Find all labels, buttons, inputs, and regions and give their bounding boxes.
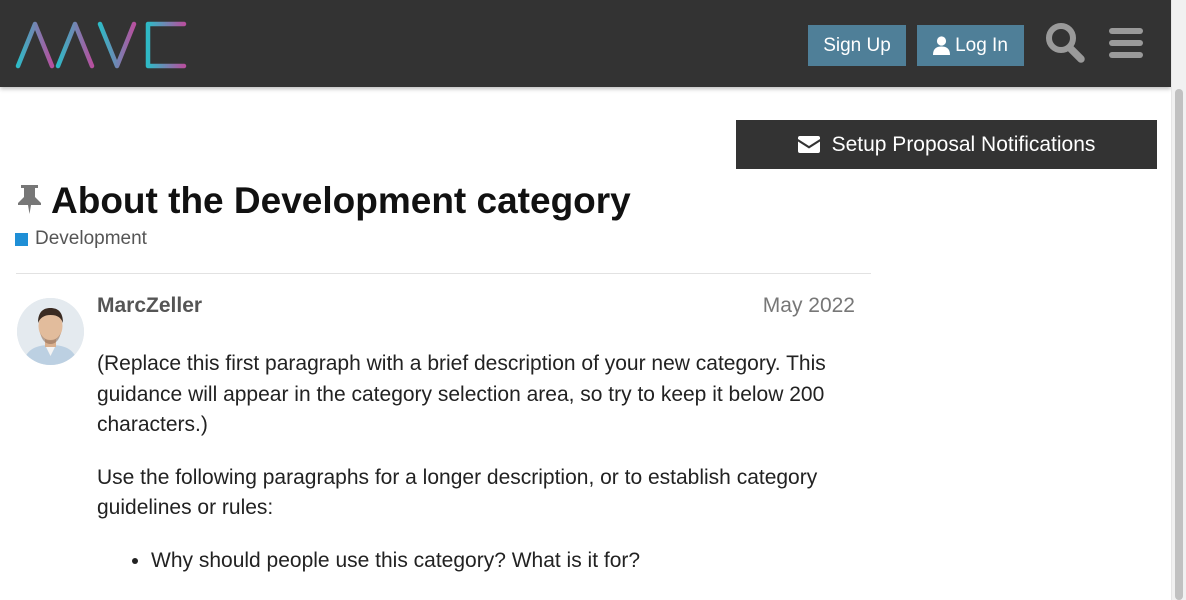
avatar[interactable]	[17, 298, 84, 365]
category-badge[interactable]: Development	[15, 228, 147, 250]
site-header: Sign Up Log In	[0, 0, 1171, 87]
log-in-button[interactable]: Log In	[917, 25, 1024, 66]
notify-label: Setup Proposal Notifications	[831, 132, 1096, 156]
post-paragraph: (Replace this first paragraph with a bri…	[97, 352, 826, 437]
post-author[interactable]: MarcZeller	[97, 294, 202, 318]
post-paragraph: Use the following paragraphs for a longe…	[97, 465, 818, 520]
sign-up-button[interactable]: Sign Up	[808, 25, 906, 66]
list-item: Why should people use this category? Wha…	[151, 546, 867, 577]
search-icon[interactable]	[1045, 22, 1085, 69]
setup-proposal-notifications-button[interactable]: Setup Proposal Notifications	[736, 120, 1157, 169]
divider	[16, 273, 871, 274]
page-scrollbar[interactable]	[1171, 0, 1186, 600]
log-in-label: Log In	[955, 34, 1008, 56]
hamburger-menu-icon[interactable]	[1107, 22, 1145, 69]
user-icon	[933, 36, 951, 55]
post-date[interactable]: May 2022	[763, 294, 855, 318]
pin-icon	[16, 183, 43, 220]
topic-header: About the Development category	[16, 180, 631, 222]
post-body: (Replace this first paragraph with a bri…	[97, 349, 867, 577]
topic-title[interactable]: About the Development category	[51, 180, 631, 222]
post-bullet-list: Why should people use this category? Wha…	[97, 546, 867, 577]
envelope-icon	[797, 136, 820, 153]
scrollbar-thumb[interactable]	[1175, 89, 1183, 600]
category-label: Development	[35, 228, 147, 249]
aave-logo[interactable]	[14, 18, 192, 70]
category-color-square	[15, 232, 28, 246]
